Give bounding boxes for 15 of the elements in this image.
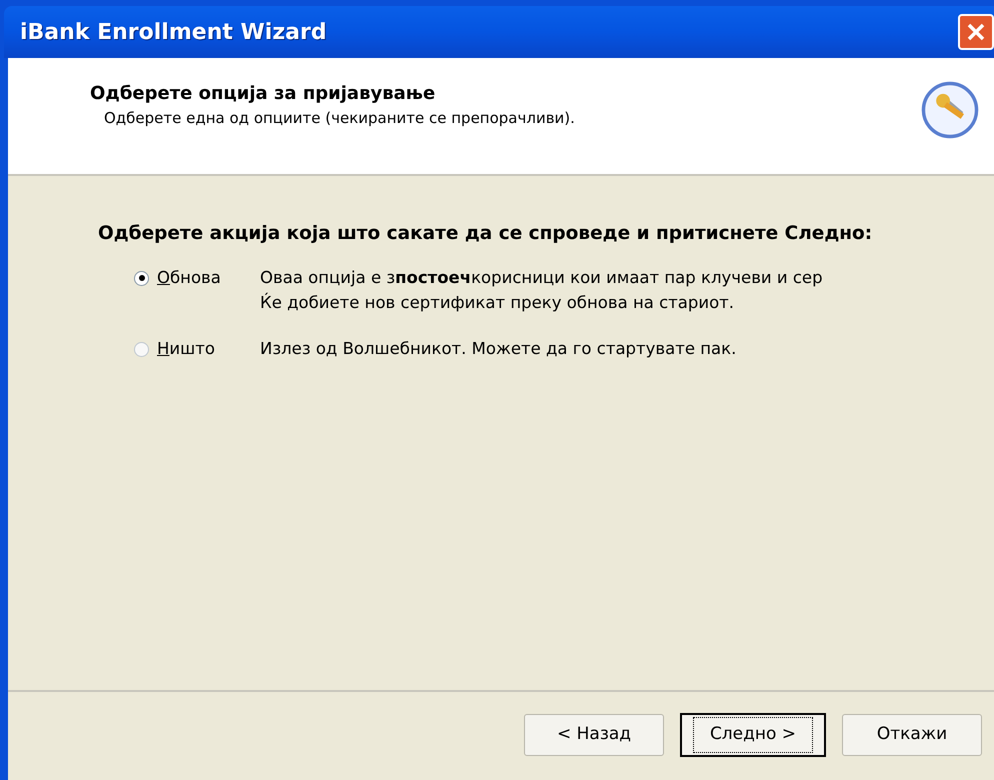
option-description: Излез од Волшебникот. Можете да го стартувате пак.	[260, 338, 736, 360]
wizard-button[interactable]: Следно >	[680, 713, 826, 757]
radio-option[interactable]: Ништо	[134, 337, 260, 362]
close-icon	[966, 22, 986, 42]
keys-icon	[920, 80, 980, 140]
header-subtitle: Одберете една од опциите (чекираните се препорачливи).	[103, 108, 575, 129]
option-description: Оваа опција е зпостоечкорисници кои имаат пар клучеви и сер	[260, 266, 823, 289]
header-title: Одберете опција за пријавување	[90, 82, 436, 106]
wizard-button[interactable]: Откажи	[842, 714, 982, 756]
close-button[interactable]	[958, 14, 994, 50]
window-title: iBank Enrollment Wizard	[20, 18, 327, 46]
option-description: Ќе добиете нов сертификат преку обнова на стариот.	[260, 292, 736, 314]
radio-option[interactable]: Обнова	[134, 266, 260, 290]
prompt-text: Одберете акција која што сакате да се спроведе и притиснете Следно:	[98, 222, 874, 246]
wizard-button[interactable]: < Назад	[524, 714, 664, 756]
